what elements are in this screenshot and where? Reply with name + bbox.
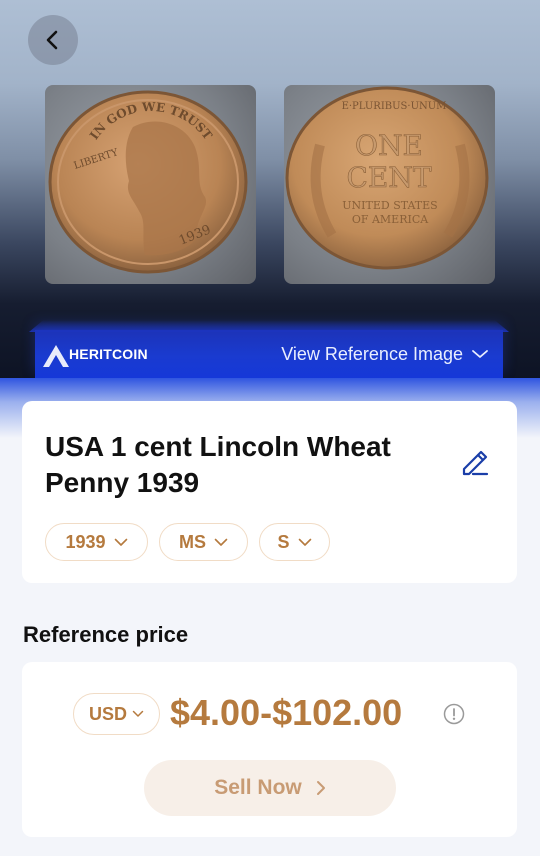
chevron-down-icon: [472, 350, 488, 358]
reference-price-heading: Reference price: [23, 622, 189, 647]
view-reference-image-toggle[interactable]: View Reference Image: [281, 330, 489, 378]
brand-name: HERITCOIN: [69, 346, 148, 362]
mint-filter-value: S: [277, 531, 290, 552]
chevron-down-icon: [214, 538, 228, 546]
edit-pencil-icon: [462, 450, 489, 476]
coin-info-card: USA 1 cent Lincoln Wheat Penny 1939 1939…: [22, 401, 517, 583]
mint-filter[interactable]: S: [259, 523, 330, 561]
coin-reverse-image[interactable]: E·PLURIBUS·UNUM ONE CENT UNITED STATES O…: [284, 85, 495, 284]
year-filter[interactable]: 1939: [45, 523, 148, 561]
chevron-right-icon: [316, 781, 325, 795]
price-range: $4.00-$102.00: [170, 692, 403, 733]
sell-now-label: Sell Now: [214, 776, 302, 799]
back-button[interactable]: [28, 15, 78, 65]
year-filter-value: 1939: [65, 531, 106, 552]
chevron-down-icon: [114, 538, 127, 546]
view-reference-label: View Reference Image: [281, 343, 463, 364]
grade-filter[interactable]: MS: [159, 523, 248, 561]
chevron-down-icon: [298, 538, 311, 546]
info-circle-icon[interactable]: [443, 703, 465, 725]
reverse-country-2: OF AMERICA: [352, 213, 429, 226]
reverse-cent: CENT: [346, 161, 431, 194]
chevron-left-icon: [46, 30, 58, 50]
currency-value: USD: [88, 703, 127, 724]
coin-image-header: IN GOD WE TRUST LIBERTY 1939 E·PLURIBUS·…: [0, 0, 540, 380]
reverse-country-1: UNITED STATES: [342, 199, 437, 212]
reverse-one: ONE: [355, 129, 423, 162]
reverse-motto: E·PLURIBUS·UNUM: [342, 101, 447, 112]
heritcoin-logo: HERITCOIN: [41, 330, 148, 378]
coin-title: USA 1 cent Lincoln Wheat Penny 1939: [45, 431, 391, 498]
coin-obverse-image[interactable]: IN GOD WE TRUST LIBERTY 1939: [45, 85, 256, 284]
chevron-down-icon: [132, 710, 144, 717]
mountain-logo-icon: [43, 345, 69, 367]
grade-filter-value: MS: [179, 531, 206, 552]
reference-price-card: USD $4.00-$102.00 Sell Now: [22, 662, 517, 837]
currency-selector[interactable]: USD: [73, 693, 160, 735]
reference-image-banner[interactable]: HERITCOIN View Reference Image: [35, 330, 503, 378]
sell-now-button[interactable]: Sell Now: [144, 760, 396, 816]
edit-button[interactable]: [457, 445, 491, 479]
